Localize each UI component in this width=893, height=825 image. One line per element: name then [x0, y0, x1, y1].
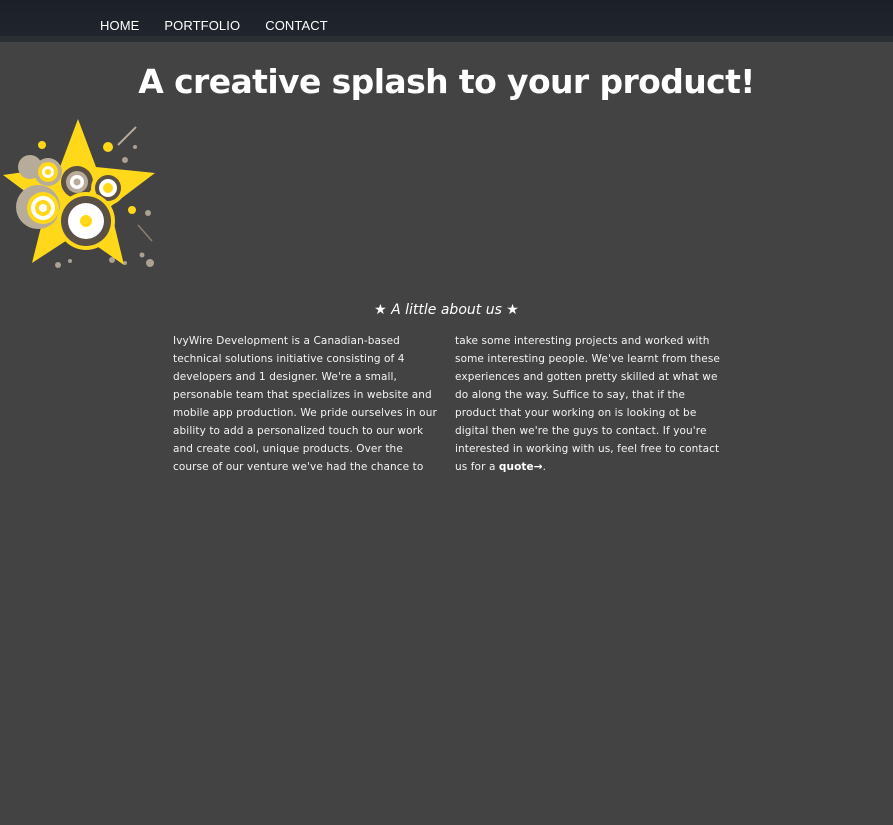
top-navigation-bar: HOME PORTFOLIO CONTACT	[0, 0, 893, 42]
quote-link[interactable]: quote→	[499, 461, 543, 473]
nav-home-link[interactable]: HOME	[100, 18, 139, 34]
star-splash-logo-icon	[3, 119, 155, 268]
nav-contact-link[interactable]: CONTACT	[265, 18, 328, 34]
main-nav: HOME PORTFOLIO CONTACT	[100, 18, 353, 34]
page-headline: A creative splash to your product!	[138, 62, 755, 101]
nav-portfolio-link[interactable]: PORTFOLIO	[164, 18, 240, 34]
about-section-title: ★ A little about us ★	[374, 302, 519, 318]
about-text-right: take some interesting projects and worke…	[455, 332, 723, 476]
about-text-left: IvyWire Development is a Canadian-based …	[173, 335, 437, 473]
about-text-right-end: .	[542, 461, 547, 473]
about-text-right-body: take some interesting projects and worke…	[455, 335, 720, 473]
